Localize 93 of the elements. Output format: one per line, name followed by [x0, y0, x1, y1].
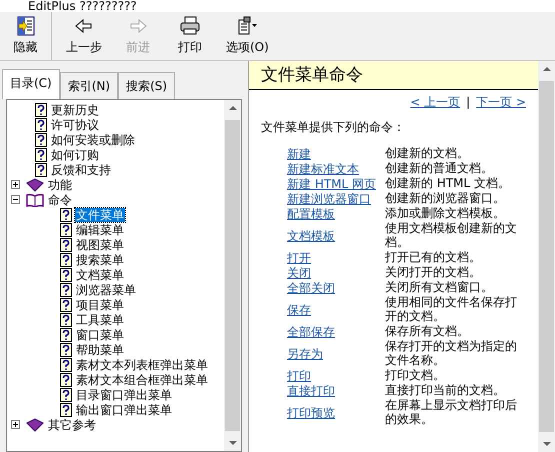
tree-item[interactable]: 如何订购 — [50, 148, 100, 162]
tree-item[interactable]: 编辑菜单 — [75, 222, 125, 236]
page-heading: 文件菜单命令 — [249, 61, 538, 90]
expand-toggle[interactable] — [11, 195, 20, 204]
command-link[interactable]: 另存为 — [287, 346, 323, 360]
closed-book-icon — [26, 418, 44, 432]
help-page-icon — [60, 402, 72, 416]
tree-item[interactable]: 目录窗口弹出菜单 — [75, 388, 173, 402]
previous-page-link[interactable]: < 上一页 — [410, 95, 460, 109]
help-page-icon — [60, 238, 72, 252]
right-arrow-icon — [128, 16, 148, 36]
command-link[interactable]: 打开 — [287, 250, 311, 264]
help-page-icon — [60, 342, 72, 356]
tree-item[interactable]: 许可协议 — [50, 118, 100, 132]
command-link[interactable]: 新建 HTML 网页 — [287, 176, 376, 190]
command-link[interactable]: 打印预览 — [287, 406, 335, 420]
help-page-icon — [60, 372, 72, 386]
command-link[interactable]: 全部关闭 — [287, 280, 335, 294]
help-page-icon — [35, 132, 47, 146]
help-page-icon — [60, 388, 72, 402]
command-link[interactable]: 配置模板 — [287, 206, 335, 220]
tab[interactable]: 索引(N) — [60, 72, 118, 99]
command-description: 创建新的普通文档。 — [385, 161, 494, 176]
command-description: 创建新的文档。 — [385, 146, 470, 161]
tree-item[interactable]: 搜索菜单 — [75, 252, 125, 266]
help-page-icon — [60, 328, 72, 342]
next-page-link[interactable]: 下一页 > — [476, 95, 526, 109]
command-link[interactable]: 打印 — [287, 368, 311, 382]
tree-item[interactable]: 素材文本列表框弹出菜单 — [75, 358, 209, 372]
command-link[interactable]: 保存 — [287, 302, 311, 316]
command-description: 关闭打开的文档。 — [385, 265, 482, 280]
tree-item[interactable]: 如何安装或删除 — [50, 132, 136, 146]
help-page-icon — [35, 162, 47, 176]
scrollbar[interactable] — [224, 100, 241, 451]
help-page-icon — [35, 148, 47, 162]
printer-icon — [179, 16, 201, 36]
command-description: 添加或删除文档模板。 — [385, 206, 506, 221]
tree-item[interactable]: 反馈和支持 — [50, 162, 112, 176]
tree-item[interactable]: 输出窗口弹出菜单 — [75, 402, 173, 416]
tree-item[interactable]: 素材文本组合框弹出菜单 — [75, 372, 209, 386]
tree-item[interactable]: 工具菜单 — [75, 312, 125, 326]
help-page-icon — [60, 222, 72, 236]
open-book-icon — [26, 192, 44, 206]
help-page-icon — [60, 298, 72, 312]
scrollbar[interactable] — [538, 61, 555, 452]
command-description: 打印文档。 — [385, 368, 446, 383]
command-link[interactable]: 新建标准文本 — [287, 162, 359, 176]
tree-item[interactable]: 浏览器菜单 — [75, 282, 137, 296]
command-description: 创建新的 HTML 文档。 — [385, 176, 512, 191]
left-arrow-icon — [74, 16, 94, 36]
command-link[interactable]: 全部保存 — [287, 324, 335, 338]
command-description: 使用文档模板创建新的文档。 — [385, 221, 518, 250]
tab[interactable]: 目录(C) — [2, 69, 60, 99]
command-link[interactable]: 新建 — [287, 146, 311, 160]
command-description: 在屏幕上显示文档打印后的效果。 — [385, 398, 518, 427]
tree-item[interactable]: 功能 — [47, 178, 73, 192]
tree-item[interactable]: 其它参考 — [47, 418, 97, 432]
command-link[interactable]: 关闭 — [287, 266, 311, 280]
tree-item[interactable]: 窗口菜单 — [75, 328, 125, 342]
help-page-icon — [60, 208, 72, 222]
help-page-icon — [35, 102, 47, 116]
intro-text: 文件菜单提供下列的命令： — [260, 119, 406, 136]
tree-item[interactable]: 帮助菜单 — [75, 342, 125, 356]
hide-pane-icon — [16, 16, 36, 36]
help-page-icon — [60, 282, 72, 296]
help-page-icon — [60, 312, 72, 326]
command-description: 打开已有的文档。 — [385, 250, 482, 265]
help-page-icon — [35, 118, 47, 132]
window-title: EditPlus ????????? — [28, 0, 137, 12]
command-description: 直接打印当前的文档。 — [385, 383, 506, 398]
closed-book-icon — [26, 178, 44, 192]
help-page-icon — [60, 268, 72, 282]
command-link[interactable]: 新建浏览器窗口 — [287, 192, 371, 206]
options-icon — [236, 16, 258, 36]
command-link[interactable]: 直接打印 — [287, 384, 335, 398]
tree-item[interactable]: 项目菜单 — [75, 298, 125, 312]
expand-toggle[interactable] — [11, 180, 20, 189]
help-page-icon — [60, 252, 72, 266]
help-page-icon — [60, 358, 72, 372]
tree-item[interactable]: 文件菜单 — [75, 208, 125, 222]
tree-item[interactable]: 更新历史 — [50, 102, 100, 116]
command-description: 保存所有文档。 — [385, 324, 470, 339]
tree-item[interactable]: 文档菜单 — [75, 268, 125, 282]
command-description: 保存打开的文档为指定的文件名称。 — [385, 339, 518, 368]
tree-item[interactable]: 视图菜单 — [75, 238, 125, 252]
tree-item[interactable]: 命令 — [47, 192, 73, 206]
command-description: 使用相同的文件名保存打开的文档。 — [385, 295, 518, 324]
command-link[interactable]: 文档模板 — [287, 228, 335, 242]
tab[interactable]: 搜索(S) — [118, 72, 176, 99]
command-description: 关闭所有文档窗口。 — [385, 280, 494, 295]
expand-toggle[interactable] — [11, 420, 20, 429]
command-description: 创建新的浏览器窗口。 — [385, 191, 506, 206]
separator: | — [466, 95, 470, 109]
